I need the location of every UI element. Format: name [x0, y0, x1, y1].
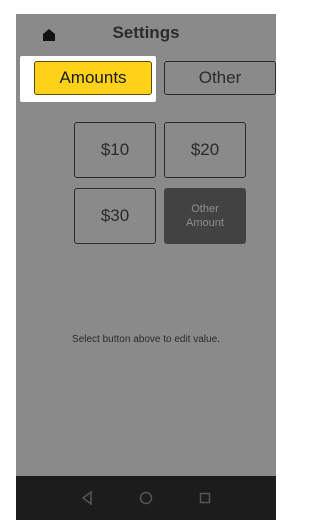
back-triangle-icon[interactable]: [76, 487, 98, 509]
page-title: Settings: [112, 23, 180, 42]
hint-text: Select button above to edit value.: [72, 334, 220, 345]
app-screen: Settings Amounts Other $10 $20 $30 Other…: [16, 14, 276, 490]
amount-10-button[interactable]: $10: [74, 122, 156, 178]
other-amount-button[interactable]: Other Amount: [164, 188, 246, 244]
home-circle-icon[interactable]: [135, 487, 157, 509]
device-frame: Settings Amounts Other $10 $20 $30 Other…: [0, 0, 290, 520]
tab-other[interactable]: Other: [164, 61, 276, 95]
recents-square-icon[interactable]: [194, 487, 216, 509]
other-amount-label-line1: Other: [191, 203, 219, 215]
amount-20-button[interactable]: $20: [164, 122, 246, 178]
other-amount-label-line2: Amount: [186, 217, 224, 229]
android-nav-bar: [16, 476, 276, 520]
tab-amounts[interactable]: Amounts: [34, 61, 152, 95]
amount-30-button[interactable]: $30: [74, 188, 156, 244]
header: Settings: [16, 14, 276, 54]
